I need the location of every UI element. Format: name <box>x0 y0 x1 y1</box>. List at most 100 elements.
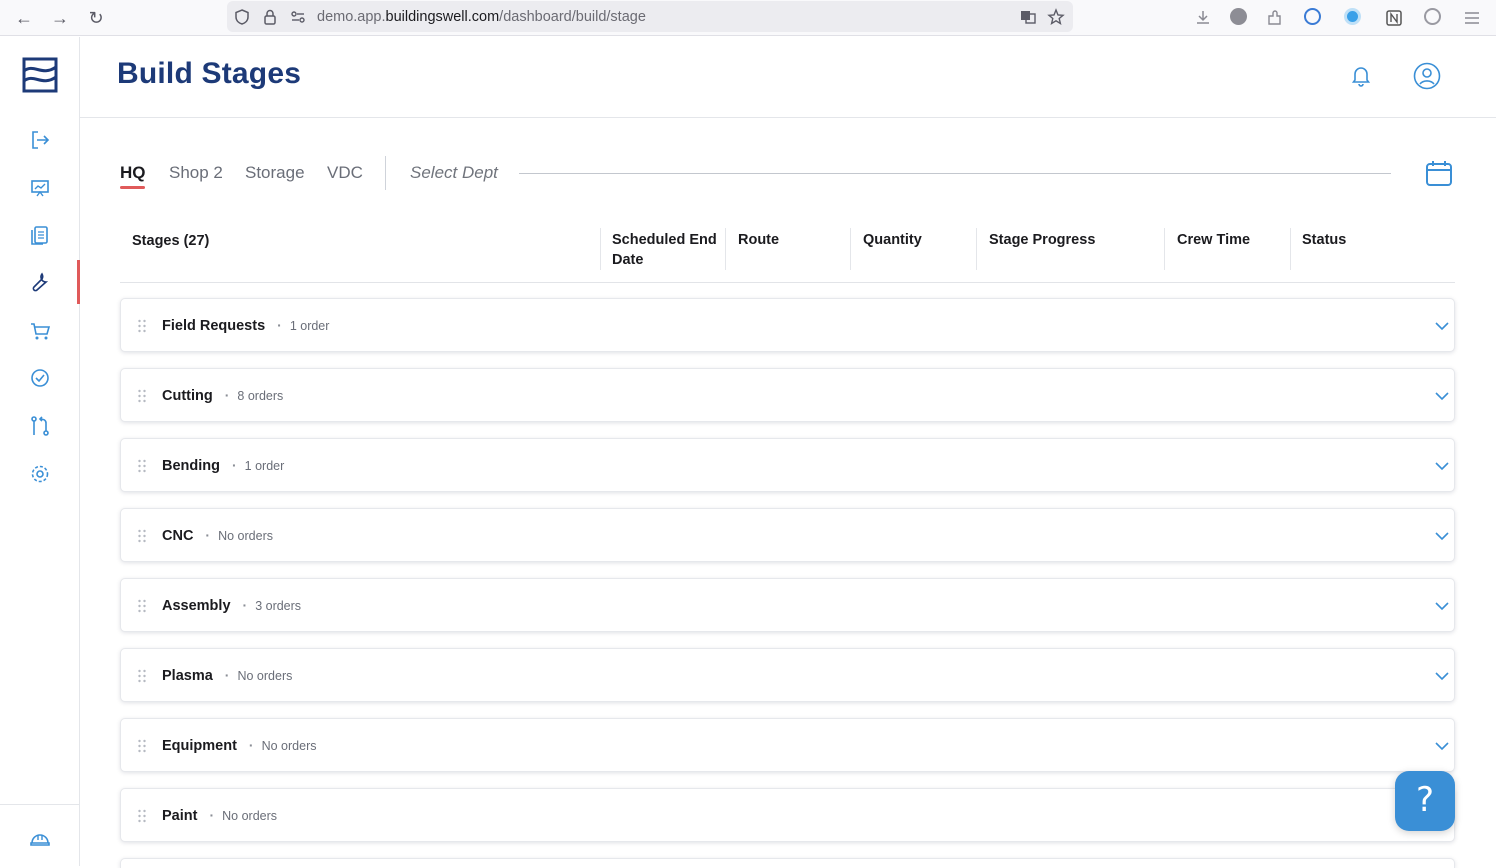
drag-handle-icon[interactable] <box>137 529 147 543</box>
chevron-down-icon[interactable] <box>1434 598 1450 614</box>
tab-hq[interactable]: HQ <box>120 163 146 183</box>
stage-row[interactable]: Field Requests · 1 order <box>120 298 1455 352</box>
stage-order-count: No orders <box>237 669 293 683</box>
forward-button[interactable]: → <box>48 6 72 30</box>
tab-vdc[interactable]: VDC <box>327 163 363 183</box>
help-button[interactable]: ? <box>1395 771 1455 831</box>
stage-order-count: No orders <box>222 809 278 823</box>
column-divider <box>725 228 726 270</box>
permissions-icon[interactable] <box>289 8 307 26</box>
stage-name: CNC <box>162 528 194 544</box>
stage-row[interactable]: Assembly · 3 orders <box>120 578 1455 632</box>
stage-name-wrap: Field Requests · 1 order <box>162 317 329 334</box>
stage-row[interactable]: Cutting · 8 orders <box>120 368 1455 422</box>
profile-extension-icon[interactable] <box>1230 8 1247 25</box>
chevron-down-icon[interactable] <box>1434 668 1450 684</box>
column-quantity[interactable]: Quantity <box>863 230 922 250</box>
drag-handle-icon[interactable] <box>137 389 147 403</box>
column-crew-time[interactable]: Crew Time <box>1177 230 1250 250</box>
url-text: demo.app.buildingswell.com/dashboard/bui… <box>317 9 646 25</box>
select-dept-dropdown[interactable]: Select Dept <box>410 163 498 183</box>
sidebar-item-organization[interactable] <box>28 827 52 851</box>
sidebar-item-logout[interactable] <box>28 128 52 152</box>
stage-order-count: 8 orders <box>237 389 284 403</box>
sidebar-item-approvals[interactable] <box>28 366 52 390</box>
sidebar-active-indicator <box>77 260 80 304</box>
page-header: Build Stages <box>80 37 1496 118</box>
stage-order-count: 1 order <box>289 319 330 333</box>
stage-row[interactable]: Plasma · No orders <box>120 648 1455 702</box>
dept-select-underline <box>519 173 1391 174</box>
chevron-down-icon[interactable] <box>1434 458 1450 474</box>
sidebar-item-purchasing[interactable] <box>28 319 52 343</box>
stage-name-wrap: Bending · 1 order <box>162 457 284 474</box>
git-flow-icon <box>31 416 49 436</box>
password-manager-icon[interactable] <box>1304 8 1321 25</box>
page-title: Build Stages <box>117 57 302 90</box>
url-prefix: demo.app. <box>317 9 386 25</box>
column-divider <box>850 228 851 270</box>
back-button[interactable]: ← <box>12 6 36 30</box>
tab-shop-2[interactable]: Shop 2 <box>169 163 223 183</box>
stage-row[interactable]: Equipment · No orders <box>120 718 1455 772</box>
column-stage-progress[interactable]: Stage Progress <box>989 230 1095 250</box>
bell-icon[interactable] <box>1348 63 1374 89</box>
stage-name-wrap: Paint · No orders <box>162 807 277 824</box>
stage-name: Assembly <box>162 598 231 614</box>
address-bar[interactable]: demo.app.buildingswell.com/dashboard/bui… <box>227 1 1073 32</box>
sidebar-item-dashboard[interactable] <box>28 176 52 200</box>
stage-row-partial <box>120 858 1455 868</box>
stage-name-wrap: Cutting · 8 orders <box>162 387 283 404</box>
menu-icon[interactable] <box>1462 8 1482 28</box>
stage-name: Paint <box>162 808 198 824</box>
column-divider <box>600 228 601 270</box>
stage-name-wrap: Plasma · No orders <box>162 667 292 684</box>
chevron-down-icon[interactable] <box>1434 318 1450 334</box>
drag-handle-icon[interactable] <box>137 319 147 333</box>
stage-name: Equipment <box>162 738 237 754</box>
column-status[interactable]: Status <box>1302 230 1346 250</box>
separator-dot: · <box>248 737 254 753</box>
url-path: /dashboard/build/stage <box>499 9 646 25</box>
drag-handle-icon[interactable] <box>137 599 147 613</box>
drag-handle-icon[interactable] <box>137 739 147 753</box>
drag-handle-icon[interactable] <box>137 809 147 823</box>
sidebar-item-settings[interactable] <box>28 462 52 486</box>
chevron-down-icon[interactable] <box>1434 528 1450 544</box>
chevron-down-icon[interactable] <box>1434 738 1450 754</box>
download-icon[interactable] <box>1193 8 1213 28</box>
active-tab-indicator <box>120 186 145 189</box>
user-avatar-icon[interactable] <box>1413 62 1441 90</box>
stage-row[interactable]: CNC · No orders <box>120 508 1455 562</box>
column-divider <box>976 228 977 270</box>
translate-icon[interactable] <box>1019 8 1037 26</box>
separator-dot: · <box>277 317 282 333</box>
sidebar-item-build[interactable] <box>28 270 52 294</box>
buildingswell-logo[interactable] <box>22 57 58 93</box>
column-divider <box>1164 228 1165 270</box>
sidebar <box>0 37 80 866</box>
bookmark-star-icon[interactable] <box>1047 8 1065 26</box>
column-route[interactable]: Route <box>738 230 779 250</box>
stage-row[interactable]: Bending · 1 order <box>120 438 1455 492</box>
column-stages[interactable]: Stages (27) <box>132 231 209 251</box>
check-circle-icon <box>31 369 49 387</box>
tab-storage[interactable]: Storage <box>245 163 305 183</box>
grammar-extension-icon[interactable] <box>1424 8 1441 25</box>
drag-handle-icon[interactable] <box>137 459 147 473</box>
stage-row[interactable]: Paint · No orders <box>120 788 1455 842</box>
sidebar-item-documents[interactable] <box>28 223 52 247</box>
reload-button[interactable]: ↻ <box>84 6 108 30</box>
chevron-down-icon[interactable] <box>1434 388 1450 404</box>
drag-handle-icon[interactable] <box>137 669 147 683</box>
notion-icon[interactable] <box>1384 8 1404 28</box>
extensions-puzzle-icon[interactable] <box>1265 8 1285 28</box>
calendar-icon[interactable] <box>1424 158 1454 188</box>
column-divider <box>1290 228 1291 270</box>
sidebar-item-workflows[interactable] <box>28 414 52 438</box>
separator-dot: · <box>224 387 230 403</box>
extension-blue-icon[interactable] <box>1344 8 1361 25</box>
stage-name-wrap: Assembly · 3 orders <box>162 597 301 614</box>
stage-order-count: No orders <box>261 739 317 753</box>
column-scheduled-end-date[interactable]: Scheduled End Date <box>612 230 720 270</box>
